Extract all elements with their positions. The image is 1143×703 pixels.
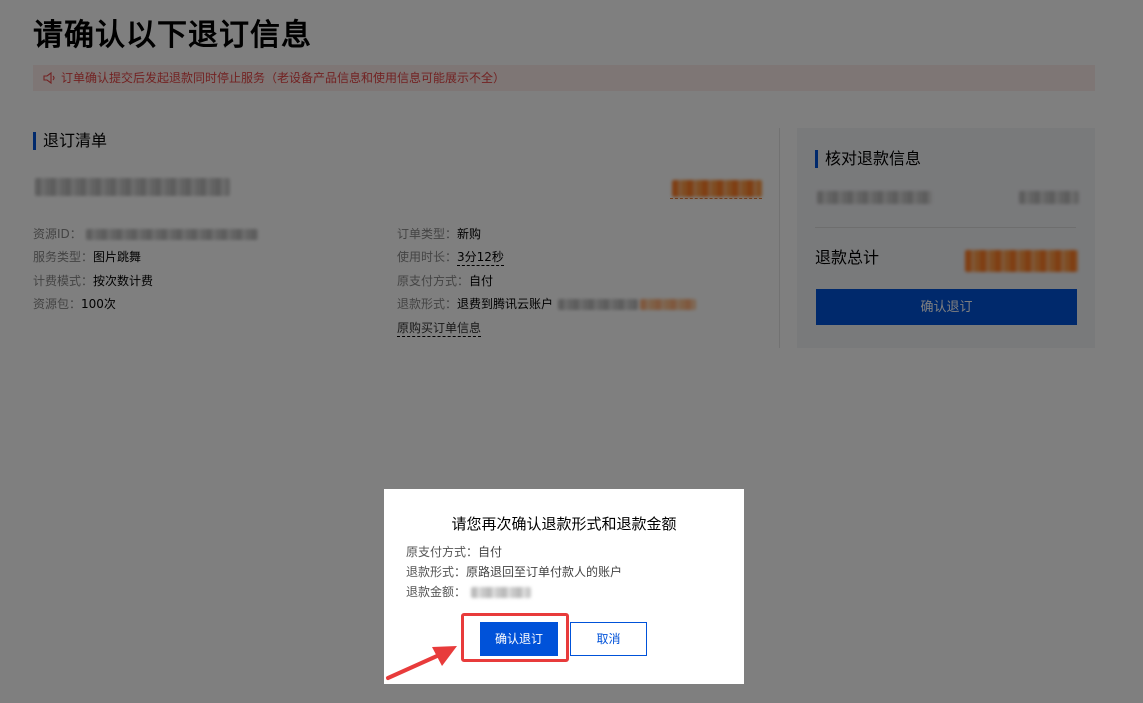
dialog-refund-form-label: 退款形式：	[406, 565, 467, 579]
dialog-cancel-button[interactable]: 取消	[570, 622, 647, 656]
dialog-title: 请您再次确认退款形式和退款金额	[451, 515, 677, 533]
dialog-pay-method-label: 原支付方式：	[406, 545, 479, 559]
refund-page: 请确认以下退订信息 订单确认提交后发起退款同时停止服务（老设备产品信息和使用信息…	[0, 0, 1143, 703]
dialog-pay-method-row: 原支付方式：自付	[406, 544, 502, 560]
dialog-refund-form-value: 原路退回至订单付款人的账户	[466, 565, 623, 579]
dialog-pay-method-value: 自付	[478, 545, 503, 559]
dialog-refund-amount-label: 退款金额：	[406, 585, 467, 599]
arrow-annotation-icon	[386, 646, 457, 680]
dialog-refund-form-row: 退款形式：原路退回至订单付款人的账户	[406, 564, 622, 580]
dialog-amount-redacted	[471, 587, 531, 598]
highlight-annotation	[461, 613, 569, 662]
dialog-refund-amount-row: 退款金额：	[406, 584, 466, 600]
